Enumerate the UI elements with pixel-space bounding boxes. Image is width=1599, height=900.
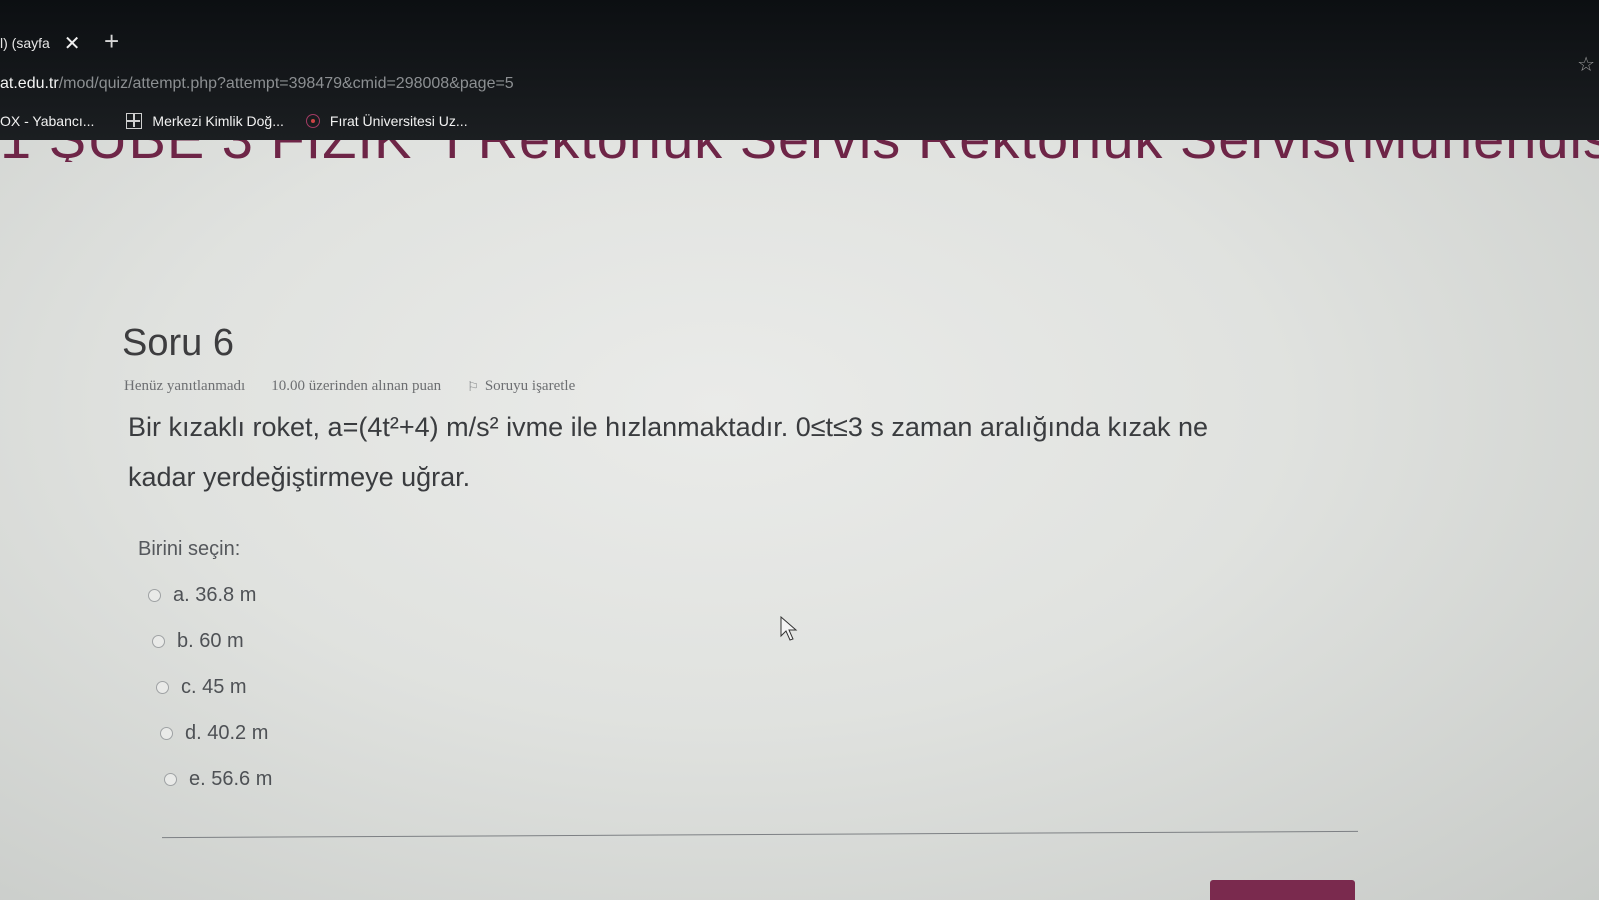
- question-text-line: Bir kızaklı roket, a=(4t²+4) m/s² ivme i…: [128, 412, 1209, 442]
- radio-button[interactable]: [152, 634, 165, 648]
- answer-label[interactable]: a. 36.8 m: [173, 584, 256, 607]
- radio-button[interactable]: [148, 588, 161, 602]
- answer-option-d[interactable]: d. 40.2 m: [160, 710, 272, 756]
- bookmark-label: OX - Yabancı...: [0, 113, 95, 129]
- quiz-page: 1 ŞUBE 3 FİZİK_I Rektörlük Servis Rektör…: [0, 140, 1599, 900]
- question-text: Bir kızaklı roket, a=(4t²+4) m/s² ivme i…: [128, 402, 1378, 502]
- answer-label[interactable]: e. 56.6 m: [189, 768, 272, 791]
- answer-option-b[interactable]: b. 60 m: [152, 618, 272, 664]
- answer-option-c[interactable]: c. 45 m: [156, 664, 272, 710]
- browser-tab[interactable]: l) (sayfa ✕: [0, 28, 81, 58]
- answer-list: a. 36.8 m b. 60 m c. 45 m d. 40.2 m e. 5…: [148, 572, 272, 802]
- mouse-cursor-icon: [780, 616, 798, 641]
- bookmark-item[interactable]: Merkezi Kimlik Doğ...: [126, 113, 284, 129]
- flag-question-button[interactable]: ⚐ Soruyu işaretle: [467, 378, 575, 395]
- close-icon[interactable]: ✕: [64, 31, 81, 56]
- divider: [162, 830, 1358, 839]
- flag-label: Soruyu işaretle: [484, 378, 576, 394]
- browser-chrome: l) (sayfa ✕ + at.edu.tr/mod/quiz/attempt…: [0, 0, 1599, 140]
- flag-icon: ⚐: [467, 378, 479, 394]
- question-text-line: kadar yerdeğiştirmeye uğrar.: [128, 462, 471, 492]
- question-status: Henüz yanıtlanmadı: [124, 378, 246, 394]
- bookmark-label: Fırat Üniversitesi Uz...: [329, 113, 468, 129]
- answer-label[interactable]: d. 40.2 m: [185, 722, 268, 745]
- next-page-button[interactable]: [1210, 880, 1355, 900]
- url-path[interactable]: /mod/quiz/attempt.php?attempt=398479&cmi…: [59, 75, 514, 93]
- radio-button[interactable]: [164, 772, 177, 786]
- new-tab-button[interactable]: +: [104, 26, 119, 57]
- bookmark-label: Merkezi Kimlik Doğ...: [152, 113, 284, 129]
- answer-label[interactable]: b. 60 m: [177, 630, 244, 653]
- url-host[interactable]: at.edu.tr: [0, 75, 59, 93]
- bookmark-star-icon[interactable]: ☆: [1577, 52, 1595, 77]
- answer-option-a[interactable]: a. 36.8 m: [148, 572, 272, 618]
- grid-icon: [126, 113, 143, 129]
- answer-option-e[interactable]: e. 56.6 m: [164, 756, 272, 802]
- course-header: 1 ŞUBE 3 FİZİK_I Rektörlük Servis Rektör…: [0, 140, 1599, 162]
- tab-title[interactable]: l) (sayfa: [0, 35, 50, 51]
- bookmarks-bar: OX - Yabancı... Merkezi Kimlik Doğ... Fı…: [0, 108, 468, 134]
- university-icon: [305, 114, 320, 128]
- address-bar[interactable]: at.edu.tr/mod/quiz/attempt.php?attempt=3…: [0, 70, 1599, 98]
- bookmark-item[interactable]: OX - Yabancı...: [0, 113, 94, 129]
- question-number: Soru 6: [122, 322, 234, 364]
- radio-button[interactable]: [156, 680, 169, 694]
- question-info: Henüz yanıtlanmadı 10.00 üzerinden alına…: [124, 378, 575, 395]
- question-points: 10.00 üzerinden alınan puan: [271, 378, 442, 394]
- radio-button[interactable]: [160, 726, 173, 740]
- answer-prompt: Birini seçin:: [138, 538, 241, 560]
- bookmark-item[interactable]: Fırat Üniversitesi Uz...: [305, 113, 468, 129]
- answer-label[interactable]: c. 45 m: [181, 676, 247, 699]
